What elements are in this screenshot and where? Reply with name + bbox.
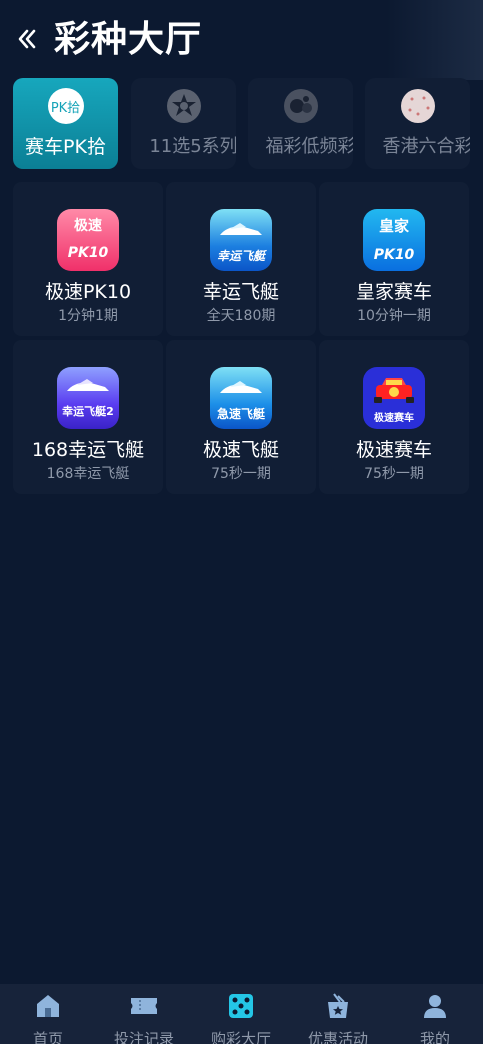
page-title: 彩种大厅	[54, 19, 203, 60]
nav-label: 首页	[32, 1030, 63, 1044]
tab-label: 福彩低频彩	[265, 136, 354, 157]
logo-text: 极速赛车	[374, 413, 414, 424]
logo-text-top: 皇家	[378, 217, 409, 235]
logo-text-top: 极速	[74, 218, 102, 234]
game-name: 168幸运飞艇	[31, 439, 145, 461]
game-period: 10分钟一期	[357, 308, 431, 324]
home-icon	[37, 995, 59, 1017]
game-name: 极速飞艇	[202, 439, 279, 461]
bottom-nav: 首页 投注记录 购彩大厅 优惠活动 我的	[0, 984, 483, 1044]
lottery-balls-icon	[283, 89, 318, 123]
pk-icon-text: PK拾	[50, 101, 81, 116]
boat-icon	[220, 381, 262, 393]
game-period: 1分钟1期	[58, 308, 118, 324]
nav-label: 我的	[419, 1030, 450, 1044]
boat-icon	[67, 379, 109, 391]
user-icon	[424, 995, 446, 1018]
jisu-feiting-logo-icon: 急速飞艇	[210, 367, 272, 429]
boat-icon	[220, 223, 262, 235]
game-card-jisu-feiting[interactable]: 急速飞艇 极速飞艇 75秒一期	[166, 340, 316, 494]
game-name: 皇家赛车	[355, 281, 432, 303]
game-card-huangjia-saiche[interactable]: 皇家 PK10 皇家赛车 10分钟一期	[319, 182, 469, 336]
race-car-icon	[374, 378, 414, 403]
game-card-jisu-pk10[interactable]: 极速 PK10 极速PK10 1分钟1期	[13, 182, 163, 336]
logo-text-bottom: PK10	[67, 245, 109, 261]
pk-icon: PK拾	[47, 88, 84, 124]
168-xingyun-feiting-logo-icon: 幸运飞艇2	[57, 367, 119, 429]
nav-lottery-hall[interactable]: 购彩大厅	[193, 984, 289, 1044]
back-chevron-icon[interactable]	[14, 26, 40, 52]
logo-text: 幸运飞艇2	[62, 405, 114, 418]
logo-text: 急速飞艇	[216, 407, 265, 421]
category-tabs: PK拾 赛车PK拾 11选5系列 福彩低频彩 香港六合彩	[13, 78, 483, 170]
ticket-icon	[131, 998, 157, 1014]
gift-icon	[328, 993, 348, 1018]
tab-11x5[interactable]: 11选5系列	[131, 78, 236, 169]
mark-six-icon	[400, 89, 435, 123]
game-name: 幸运飞艇	[202, 281, 279, 303]
jisu-pk10-logo-icon: 极速 PK10	[57, 209, 119, 271]
nav-bet-records[interactable]: 投注记录	[96, 984, 192, 1044]
nav-home[interactable]: 首页	[0, 984, 96, 1044]
tab-welfare-lottery[interactable]: 福彩低频彩	[248, 78, 353, 169]
tab-label: 赛车PK拾	[25, 136, 106, 158]
nav-label: 购彩大厅	[210, 1030, 271, 1044]
game-card-jisu-saiche[interactable]: 极速赛车 极速赛车 75秒一期	[319, 340, 469, 494]
nav-profile[interactable]: 我的	[387, 984, 483, 1044]
jisu-saiche-logo-icon: 极速赛车	[363, 367, 425, 429]
xingyun-feiting-logo-icon: 幸运飞艇	[210, 209, 272, 271]
game-card-xingyun-feiting[interactable]: 幸运飞艇 幸运飞艇 全天180期	[166, 182, 316, 336]
tab-label: 香港六合彩	[382, 136, 471, 157]
header-bar: 彩种大厅	[0, 0, 483, 80]
game-period: 全天180期	[206, 308, 276, 324]
nav-label: 优惠活动	[307, 1030, 368, 1044]
dice-icon	[229, 994, 253, 1018]
tab-mark-six[interactable]: 香港六合彩	[365, 78, 470, 169]
logo-text-bottom: PK10	[373, 247, 415, 263]
game-period: 75秒一期	[364, 466, 424, 482]
huangjia-saiche-logo-icon: 皇家 PK10	[363, 209, 425, 271]
tab-label: 11选5系列	[149, 136, 236, 157]
logo-text: 幸运飞艇	[216, 249, 265, 263]
nav-label: 投注记录	[113, 1030, 174, 1044]
11x5-icon	[166, 89, 201, 123]
nav-promotions[interactable]: 优惠活动	[290, 984, 386, 1044]
game-period: 168幸运飞艇	[46, 466, 130, 482]
game-name: 极速赛车	[355, 439, 432, 461]
tab-pk10[interactable]: PK拾 赛车PK拾	[13, 78, 118, 169]
game-period: 75秒一期	[211, 466, 271, 482]
game-card-168-xingyun-feiting[interactable]: 幸运飞艇2 168幸运飞艇 168幸运飞艇	[13, 340, 163, 494]
game-name: 极速PK10	[44, 281, 132, 303]
